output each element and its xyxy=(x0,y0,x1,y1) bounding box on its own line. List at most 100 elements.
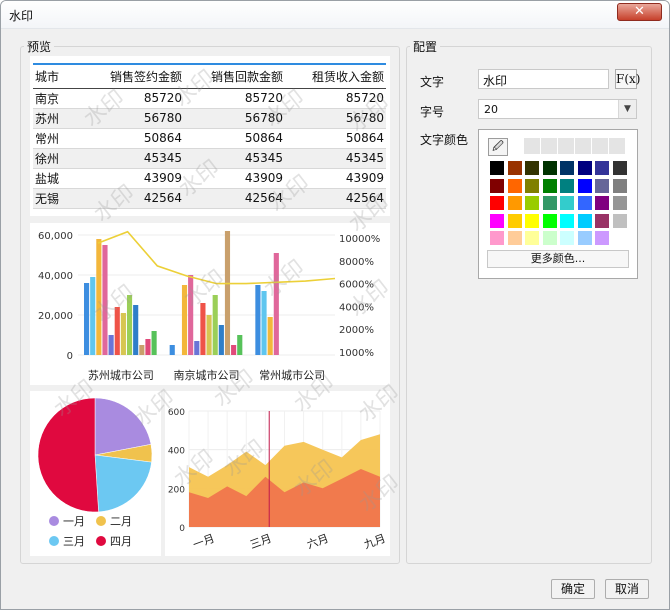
color-swatch[interactable] xyxy=(576,230,593,246)
recent-color-slot[interactable] xyxy=(558,138,574,154)
column-header: 销售回款金额 xyxy=(184,66,285,89)
table-cell: 85720 xyxy=(285,88,386,109)
color-swatch[interactable] xyxy=(594,212,610,229)
color-swatch[interactable] xyxy=(559,177,575,194)
table-row: 盐城 43909 43909 43909 xyxy=(33,168,386,189)
y2-tick-label: 6000% xyxy=(339,280,374,291)
color-swatch[interactable] xyxy=(524,212,540,229)
ok-button[interactable]: 确定 xyxy=(551,579,595,599)
recent-color-slot[interactable] xyxy=(592,138,608,154)
color-swatch[interactable] xyxy=(559,195,575,211)
color-swatch[interactable] xyxy=(594,230,610,246)
bar xyxy=(102,245,108,355)
y-tick-label: 40,000 xyxy=(38,271,73,282)
color-swatch[interactable] xyxy=(576,160,593,176)
color-swatch[interactable] xyxy=(611,230,628,246)
color-swatch[interactable] xyxy=(559,160,575,176)
color-swatch[interactable] xyxy=(541,195,558,211)
color-swatch[interactable] xyxy=(576,195,593,211)
formula-button[interactable]: F(x) xyxy=(615,69,640,89)
color-swatch[interactable] xyxy=(489,177,505,194)
color-swatch[interactable] xyxy=(611,177,628,194)
color-swatch[interactable] xyxy=(576,177,593,194)
legend-swatch xyxy=(49,536,59,546)
font-size-select[interactable]: 20 ▼ xyxy=(478,99,637,119)
legend-label: 一月 xyxy=(63,515,85,528)
color-swatch[interactable] xyxy=(506,212,523,229)
color-swatch[interactable] xyxy=(594,195,610,211)
table-cell: 43909 xyxy=(83,168,184,189)
table-cell: 42564 xyxy=(83,188,184,209)
y2-tick-label: 4000% xyxy=(339,302,374,313)
y2-tick-label: 10000% xyxy=(339,234,380,245)
color-swatch[interactable] xyxy=(506,160,523,176)
recent-color-slot[interactable] xyxy=(541,138,557,154)
color-swatch[interactable] xyxy=(594,160,610,176)
color-swatch[interactable] xyxy=(611,212,628,229)
bar xyxy=(237,335,243,355)
table-cell: 45345 xyxy=(285,148,386,169)
y-tick-label: 200 xyxy=(168,485,185,495)
more-colors-button[interactable]: 更多颜色... xyxy=(487,250,629,268)
bar-chart-panel: 0 20,000 40,000 60,000 1000% 2000% 4000% 6000% 8… xyxy=(30,223,390,385)
recent-color-slot[interactable] xyxy=(575,138,591,154)
color-swatch[interactable] xyxy=(489,195,505,211)
color-swatch[interactable] xyxy=(541,230,558,246)
x-category-label: 常州城市公司 xyxy=(259,368,325,382)
color-swatch[interactable] xyxy=(541,212,558,229)
table-cell: 50864 xyxy=(285,128,386,149)
eyedropper-icon[interactable]: 🖉 xyxy=(488,138,508,156)
y-tick-label: 60,000 xyxy=(38,231,73,242)
color-swatch[interactable] xyxy=(611,160,628,176)
table-row: 无锡 42564 42564 42564 xyxy=(33,188,386,209)
close-button[interactable]: ✕ xyxy=(617,3,662,21)
chevron-down-icon[interactable]: ▼ xyxy=(618,100,636,118)
color-swatch[interactable] xyxy=(576,212,593,229)
table-cell: 43909 xyxy=(285,168,386,189)
y2-tick-label: 1000% xyxy=(339,348,374,359)
color-swatch[interactable] xyxy=(611,195,628,211)
color-swatch[interactable] xyxy=(541,177,558,194)
y-tick-label: 0 xyxy=(67,351,73,362)
bar xyxy=(194,341,200,355)
y2-tick-label: 8000% xyxy=(339,257,374,268)
table-cell: 无锡 xyxy=(33,188,83,209)
color-swatch[interactable] xyxy=(559,212,575,229)
color-swatch[interactable] xyxy=(506,177,523,194)
preview-group-title: 预览 xyxy=(24,38,55,55)
color-swatch[interactable] xyxy=(524,160,540,176)
color-swatch[interactable] xyxy=(594,177,610,194)
recent-color-slot[interactable] xyxy=(524,138,540,154)
preview-table-panel: 城市 销售签约金额 销售回款金额 租赁收入金额 南京 85720 85720 8… xyxy=(30,56,390,216)
watermark-text-input[interactable]: 水印 xyxy=(478,69,609,89)
color-swatch[interactable] xyxy=(506,230,523,246)
config-group-title: 配置 xyxy=(410,38,441,55)
table-cell: 45345 xyxy=(83,148,184,169)
recent-colors-row xyxy=(524,138,627,154)
preview-table: 城市 销售签约金额 销售回款金额 租赁收入金额 南京 85720 85720 8… xyxy=(33,66,386,209)
bar xyxy=(151,331,157,355)
color-swatch[interactable] xyxy=(524,230,540,246)
bar xyxy=(84,283,90,355)
color-swatch[interactable] xyxy=(489,160,505,176)
title-bar[interactable]: 水印 ✕ xyxy=(1,1,669,29)
color-swatch[interactable] xyxy=(489,212,505,229)
cancel-button[interactable]: 取消 xyxy=(605,579,649,599)
color-palette: 🖉 更多颜色... xyxy=(478,129,638,279)
legend-swatch xyxy=(96,516,106,526)
table-cell: 常州 xyxy=(33,128,83,149)
color-swatch[interactable] xyxy=(506,195,523,211)
color-swatch[interactable] xyxy=(524,177,540,194)
legend-label: 三月 xyxy=(63,535,85,548)
column-header: 销售签约金额 xyxy=(83,66,184,89)
color-swatch[interactable] xyxy=(559,230,575,246)
color-swatch[interactable] xyxy=(489,230,505,246)
bar xyxy=(267,317,273,355)
y-tick-label: 0 xyxy=(179,524,185,534)
color-swatch[interactable] xyxy=(524,195,540,211)
color-swatch-grid xyxy=(489,160,629,248)
bar xyxy=(273,253,279,355)
color-swatch[interactable] xyxy=(541,160,558,176)
legend-label: 二月 xyxy=(110,515,132,528)
recent-color-slot[interactable] xyxy=(609,138,625,154)
